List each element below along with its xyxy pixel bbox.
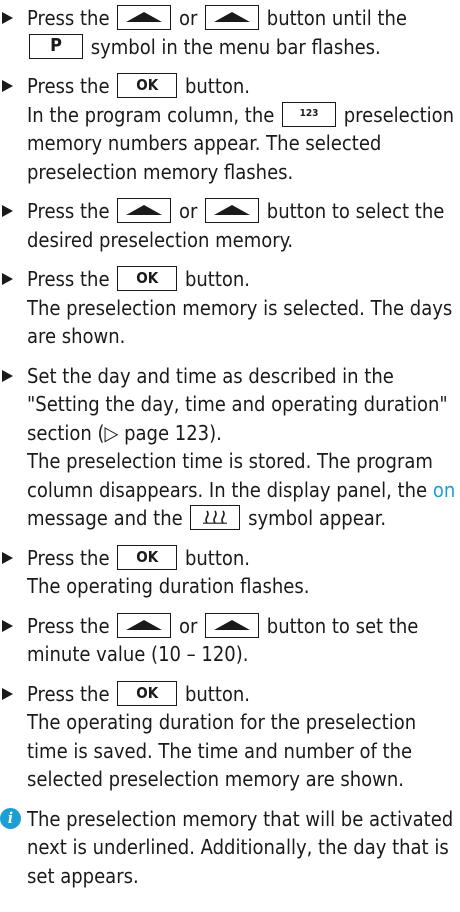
step-8: Press the OK button. The operating durat… bbox=[0, 680, 460, 794]
bullet-arrow-icon bbox=[2, 12, 13, 24]
left-arrow-button-icon bbox=[117, 198, 172, 223]
info-note: i The preselection memory that will be a… bbox=[0, 805, 460, 891]
step-6: Press the OK button. The operating durat… bbox=[0, 544, 460, 601]
left-arrow-button-icon bbox=[117, 5, 172, 30]
p-symbol-key: P bbox=[29, 33, 83, 59]
step-2: Press the OK button. In the program colu… bbox=[0, 72, 460, 186]
on-message: on bbox=[432, 477, 456, 502]
left-arrow-button-icon bbox=[117, 612, 172, 638]
step-3: Press the or button to select the desire… bbox=[0, 197, 460, 254]
right-arrow-button-icon bbox=[205, 612, 260, 638]
bullet-arrow-icon bbox=[2, 273, 13, 285]
bullet-arrow-icon bbox=[2, 80, 13, 92]
ok-button-key: OK bbox=[117, 544, 178, 570]
right-arrow-button-icon bbox=[205, 198, 260, 223]
bullet-arrow-icon bbox=[2, 205, 13, 217]
ok-button-key: OK bbox=[117, 73, 178, 98]
bullet-arrow-icon bbox=[2, 551, 13, 564]
bullet-arrow-icon bbox=[2, 369, 13, 382]
step-7: Press the or button to set the minute va… bbox=[0, 612, 460, 669]
step-4: Press the OK button. The preselection me… bbox=[0, 265, 460, 351]
step-5: Set the day and time as described in the… bbox=[0, 362, 460, 533]
memory-numbers-key: 123 bbox=[282, 101, 337, 127]
bullet-arrow-icon bbox=[2, 687, 13, 700]
right-arrow-button-icon bbox=[205, 5, 260, 30]
instruction-page: Press the or button until the P symbol i… bbox=[0, 0, 460, 890]
ok-button-key: OK bbox=[117, 266, 178, 291]
info-icon: i bbox=[0, 807, 21, 829]
bullet-arrow-icon bbox=[2, 619, 13, 632]
heater-symbol-icon bbox=[190, 505, 241, 530]
ok-button-key: OK bbox=[117, 680, 178, 706]
step-1: Press the or button until the P symbol i… bbox=[0, 4, 460, 61]
